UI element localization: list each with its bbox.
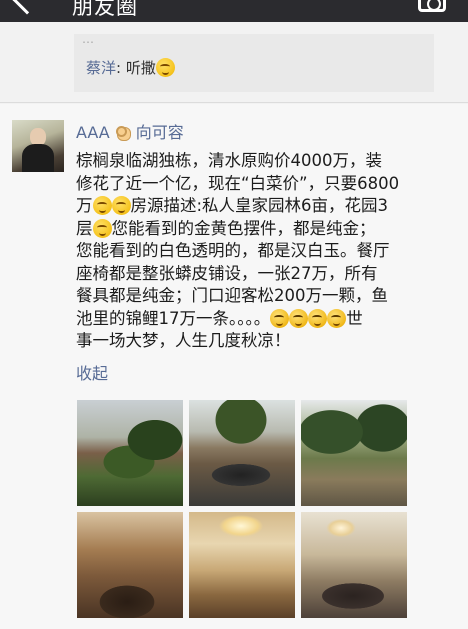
text-fragment: 您能看到的金黄色摆件，都是纯金； <box>111 218 376 238</box>
villa-exterior-photo[interactable] <box>77 400 183 506</box>
comment-item[interactable]: 蔡洋: 听撒 <box>86 58 175 78</box>
author-name[interactable]: AAA <box>76 123 110 142</box>
text-line-with-emoji: 层您能看到的金黄色摆件，都是纯金； <box>76 218 438 241</box>
smirk-emoji-icon <box>92 196 112 215</box>
lounge-room-photo[interactable] <box>301 512 407 618</box>
garden-trees-photo[interactable] <box>301 400 407 506</box>
text-line: 棕榈泉临湖独栋，清水原购价4000万，装 <box>76 151 382 170</box>
smirk-emoji-icon <box>155 58 175 77</box>
ok-hand-emoji-icon <box>114 123 132 141</box>
tears-of-joy-emoji-icon <box>289 308 309 328</box>
post-text: 棕榈泉临湖独栋，清水原购价4000万，装 修花了近一个亿，现在“白菜价”，只要6… <box>76 150 438 353</box>
text-line: 餐具都是纯金；门口迎客松200万一颗，鱼 <box>76 286 388 305</box>
tears-of-joy-emoji-icon <box>308 308 328 328</box>
text-fragment: 世 <box>346 308 363 328</box>
living-room-photo[interactable] <box>77 512 183 618</box>
garden-pond-photo[interactable] <box>189 400 295 506</box>
page-title: 朋友圈 <box>72 0 138 19</box>
reply-to-name[interactable]: 向可容 <box>136 123 184 142</box>
previous-post-comments: … 蔡洋: 听撒 <box>74 32 434 92</box>
text-fragment: 层 <box>76 218 93 238</box>
text-line: 修花了近一个亿，现在“白菜价”，只要6800 <box>76 173 400 193</box>
text-line-with-emoji: 池里的锦鲤17万一条。。。。 世 <box>76 308 438 331</box>
divider <box>0 102 468 103</box>
dining-room-photo[interactable] <box>189 512 295 618</box>
tears-of-joy-emoji-icon <box>327 308 347 328</box>
text-fragment: 房源描述:私人皇家园林6亩，花园3 <box>130 196 389 215</box>
avatar[interactable] <box>12 120 64 172</box>
camera-icon[interactable] <box>418 0 446 12</box>
collapse-link[interactable]: 收起 <box>76 360 108 384</box>
comment-text: 听撒 <box>125 59 156 77</box>
moments-post: AAA 向可容 棕榈泉临湖独栋，清水原购价4000万，装 修花了近一个亿，现在“白… <box>0 104 468 629</box>
text-line: 事一场大梦，人生几度秋凉！ <box>76 331 291 350</box>
post-header: AAA 向可容 <box>76 122 184 144</box>
back-arrow-icon[interactable] <box>11 0 43 15</box>
smile-emoji-icon <box>92 218 112 238</box>
top-navigation-bar: 朋友圈 <box>0 0 468 22</box>
text-line: 座椅都是整张蟒皮铺设，一张27万，所有 <box>76 263 378 283</box>
smirk-emoji-icon <box>111 196 131 215</box>
text-fragment: 万 <box>76 196 93 215</box>
text-line: 您能看到的白色透明的，都是汉白玉。餐厅 <box>76 241 390 260</box>
comment-user[interactable]: 蔡洋 <box>86 59 116 77</box>
text-fragment: 池里的锦鲤17万一条。。。。 <box>76 308 271 328</box>
tears-of-joy-emoji-icon <box>270 308 290 328</box>
comment-separator: : <box>116 59 126 77</box>
cut-off-text: … <box>82 32 94 46</box>
photo-grid <box>77 400 407 625</box>
text-line-with-emoji: 万 房源描述:私人皇家园林6亩，花园3 <box>76 195 438 218</box>
